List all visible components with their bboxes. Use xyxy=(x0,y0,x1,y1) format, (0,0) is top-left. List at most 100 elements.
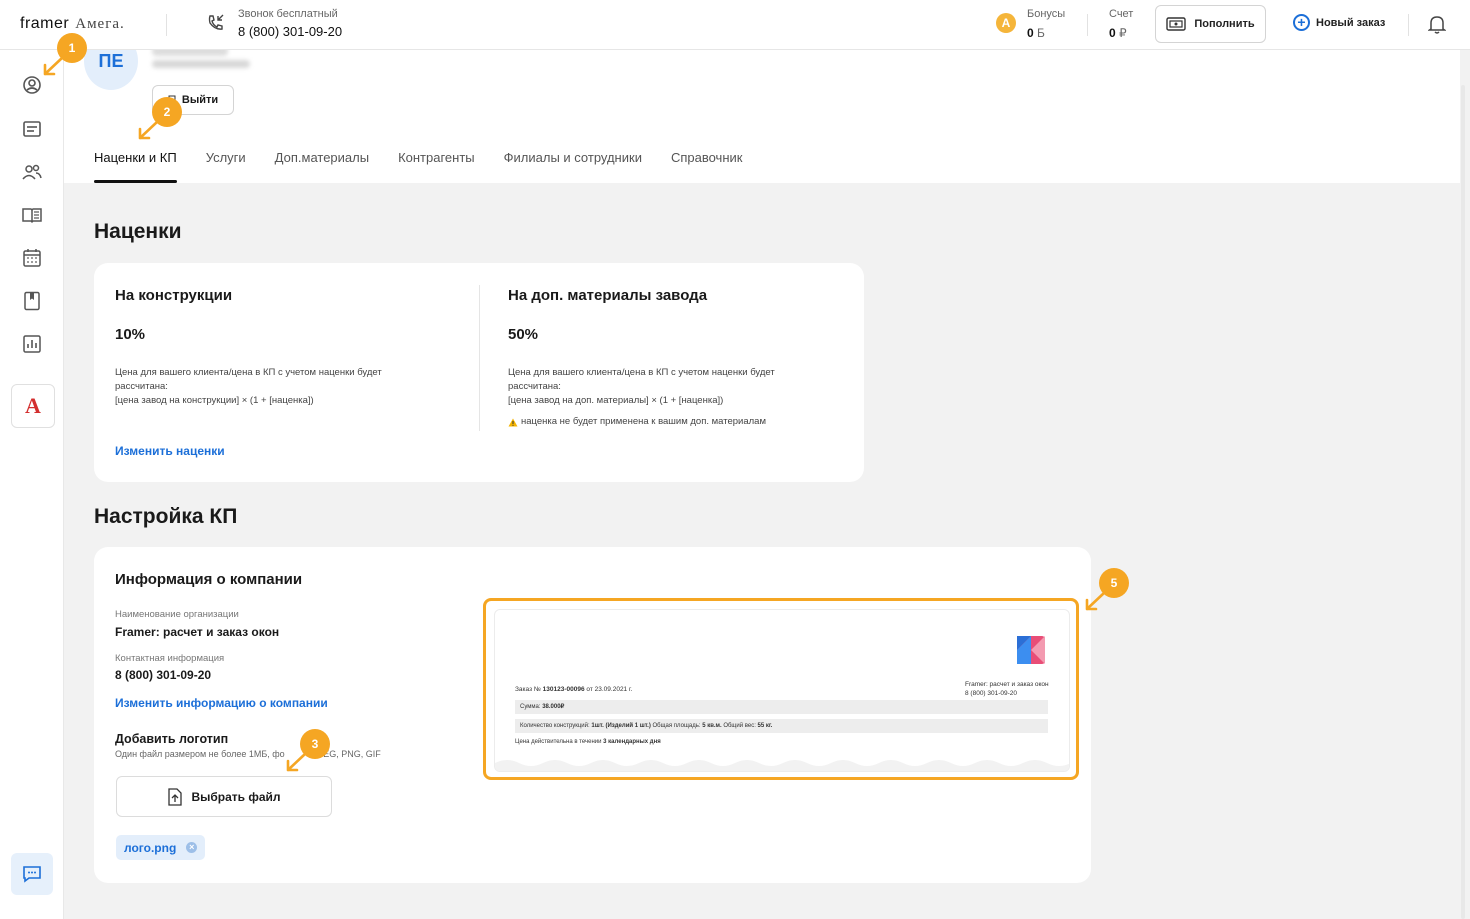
bonus-value: 0 xyxy=(1027,26,1034,40)
calendar-icon[interactable] xyxy=(22,248,42,268)
topup-button[interactable]: Пополнить xyxy=(1155,5,1266,43)
callout-arrow-2 xyxy=(138,120,159,140)
app-logo[interactable]: framer Амега. xyxy=(20,15,125,33)
blurred-user-email xyxy=(152,60,250,68)
preview-text: Общий вес: xyxy=(721,723,758,729)
divider xyxy=(166,14,167,36)
org-value: Framer: расчет и заказ окон xyxy=(115,625,280,639)
divider xyxy=(1408,14,1409,36)
contact-value: 8 (800) 301-09-20 xyxy=(115,668,212,682)
card-divider xyxy=(479,285,480,431)
clients-icon[interactable] xyxy=(22,162,42,182)
amega-brand-button[interactable]: A xyxy=(11,384,55,428)
company-logo-image xyxy=(1017,636,1045,664)
materials-note: Цена для вашего клиента/цена в КП с учет… xyxy=(508,366,848,429)
kp-heading: Настройка КП xyxy=(94,505,238,528)
tab-counterparties[interactable]: Контрагенты xyxy=(398,150,475,183)
remove-file-icon[interactable]: × xyxy=(186,842,198,853)
change-company-info-link[interactable]: Изменить информацию о компании xyxy=(115,696,328,710)
choose-file-label: Выбрать файл xyxy=(191,789,281,804)
profile-icon[interactable] xyxy=(22,75,42,95)
company-info-title: Информация о компании xyxy=(115,571,303,588)
tab-extra-materials[interactable]: Доп.материалы xyxy=(275,150,369,183)
add-logo-title: Добавить логотип xyxy=(115,732,229,746)
account-stat[interactable]: Счет 0 ₽ xyxy=(1109,8,1133,40)
contact-label: Контактная информация xyxy=(115,653,225,664)
tabs: Наценки и КП Услуги Доп.материалы Контра… xyxy=(94,150,742,183)
logout-label: Выйти xyxy=(181,94,219,106)
tab-services[interactable]: Услуги xyxy=(206,150,246,183)
account-unit: ₽ xyxy=(1119,26,1127,40)
bonus-label: Бонусы xyxy=(1027,8,1066,20)
account-label: Счет xyxy=(1109,8,1134,20)
preview-order-line: Заказ № 130123-00096 от 23.09.2021 г. xyxy=(515,686,632,693)
reports-icon[interactable] xyxy=(22,334,42,354)
callout-arrow-3 xyxy=(286,752,307,772)
markups-heading: Наценки xyxy=(94,220,182,243)
hotline-number[interactable]: 8 (800) 301-09-20 xyxy=(238,24,342,39)
callout-arrow-1 xyxy=(43,56,64,76)
preview-company: Framer: расчет и заказ окон xyxy=(965,681,1049,688)
bell-icon[interactable] xyxy=(1428,14,1446,34)
new-order-button[interactable]: + Новый заказ xyxy=(1293,14,1385,31)
sidebar: A xyxy=(0,50,64,919)
construction-percent: 10% xyxy=(115,326,146,343)
account-value: 0 xyxy=(1109,26,1116,40)
construction-title: На конструкции xyxy=(115,287,233,304)
tab-branches-staff[interactable]: Филиалы и сотрудники xyxy=(504,150,642,183)
tab-reference[interactable]: Справочник xyxy=(671,150,743,183)
uploaded-file-chip[interactable]: лого.png × xyxy=(116,835,206,860)
materials-note-formula: [цена завод на доп. материалы] × (1 + [н… xyxy=(508,395,724,406)
preview-sum-value: 38.000₽ xyxy=(542,704,565,710)
logo-framer: framer xyxy=(20,15,70,32)
bonus-icon: A xyxy=(996,13,1016,33)
file-name: лого.png xyxy=(124,840,177,855)
upload-file-icon xyxy=(168,787,183,806)
bonus-stat[interactable]: Бонусы 0 Б xyxy=(1027,8,1065,40)
construction-note-formula: [цена завод на конструкции] × (1 + [наце… xyxy=(115,395,314,406)
construction-note-line: рассчитана: xyxy=(115,381,168,392)
bonus-unit: Б xyxy=(1037,26,1045,40)
chat-button[interactable] xyxy=(11,853,53,895)
wallet-icon xyxy=(1166,17,1187,31)
new-order-label: Новый заказ xyxy=(1316,16,1386,29)
materials-note-line: рассчитана: xyxy=(508,381,561,392)
hotline-label: Звонок бесплатный xyxy=(238,8,338,20)
preview-text: Количество конструкций: xyxy=(520,723,592,729)
brand-letter: A xyxy=(25,393,41,418)
preview-text: 3 календарных дня xyxy=(603,739,661,745)
catalog-icon[interactable] xyxy=(22,205,42,225)
construction-note: Цена для вашего клиента/цена в КП с учет… xyxy=(115,366,455,408)
preview-sum-bar: Сумма: 38.000₽ xyxy=(515,700,1048,714)
tab-markups-kp[interactable]: Наценки и КП xyxy=(94,150,177,183)
preview-text: Заказ № xyxy=(515,686,543,693)
materials-note-line: Цена для вашего клиента/цена в КП с учет… xyxy=(508,367,775,378)
callout-arrow-5 xyxy=(1085,591,1106,611)
choose-file-button[interactable]: Выбрать файл xyxy=(116,776,332,817)
hotline[interactable]: Звонок бесплатный 8 (800) 301-09-20 xyxy=(238,8,342,39)
divider xyxy=(1087,14,1088,36)
preview-text: 5 кв.м. xyxy=(702,723,722,729)
logo-amega: Амега. xyxy=(75,16,125,32)
bookmark-icon[interactable] xyxy=(22,291,42,311)
preview-details-bar: Количество конструкций: 1шт. (Изделий 1 … xyxy=(515,719,1048,733)
warning-text: наценка не будет применена к вашим доп. … xyxy=(521,416,767,427)
preview-text: Сумма: xyxy=(520,704,543,710)
add-logo-hint: Один файл размером не более 1МБ, фо JPEG,… xyxy=(115,749,381,759)
logo-hint-part: Один файл размером не более 1МБ, фо xyxy=(115,749,285,759)
org-label: Наименование организации xyxy=(115,609,239,620)
profile-header: ПЕ Выйти Наценки и КП Услуги Доп.материа… xyxy=(64,32,1460,183)
preview-text: от 23.09.2021 г. xyxy=(584,686,633,693)
materials-percent: 50% xyxy=(508,326,539,343)
materials-warning: наценка не будет применена к вашим доп. … xyxy=(508,415,848,429)
change-markups-link[interactable]: Изменить наценки xyxy=(115,444,225,458)
orders-icon[interactable] xyxy=(22,119,42,139)
warning-icon xyxy=(508,418,518,426)
construction-note-line: Цена для вашего клиента/цена в КП с учет… xyxy=(115,367,382,378)
preview-validity: Цена действительна в течении 3 календарн… xyxy=(515,739,661,745)
phone-icon xyxy=(208,14,224,30)
plus-icon: + xyxy=(1293,14,1310,31)
preview-text: 55 кг. xyxy=(757,723,773,729)
materials-title: На доп. материалы завода xyxy=(508,287,708,304)
scrollbar[interactable] xyxy=(1461,85,1465,919)
